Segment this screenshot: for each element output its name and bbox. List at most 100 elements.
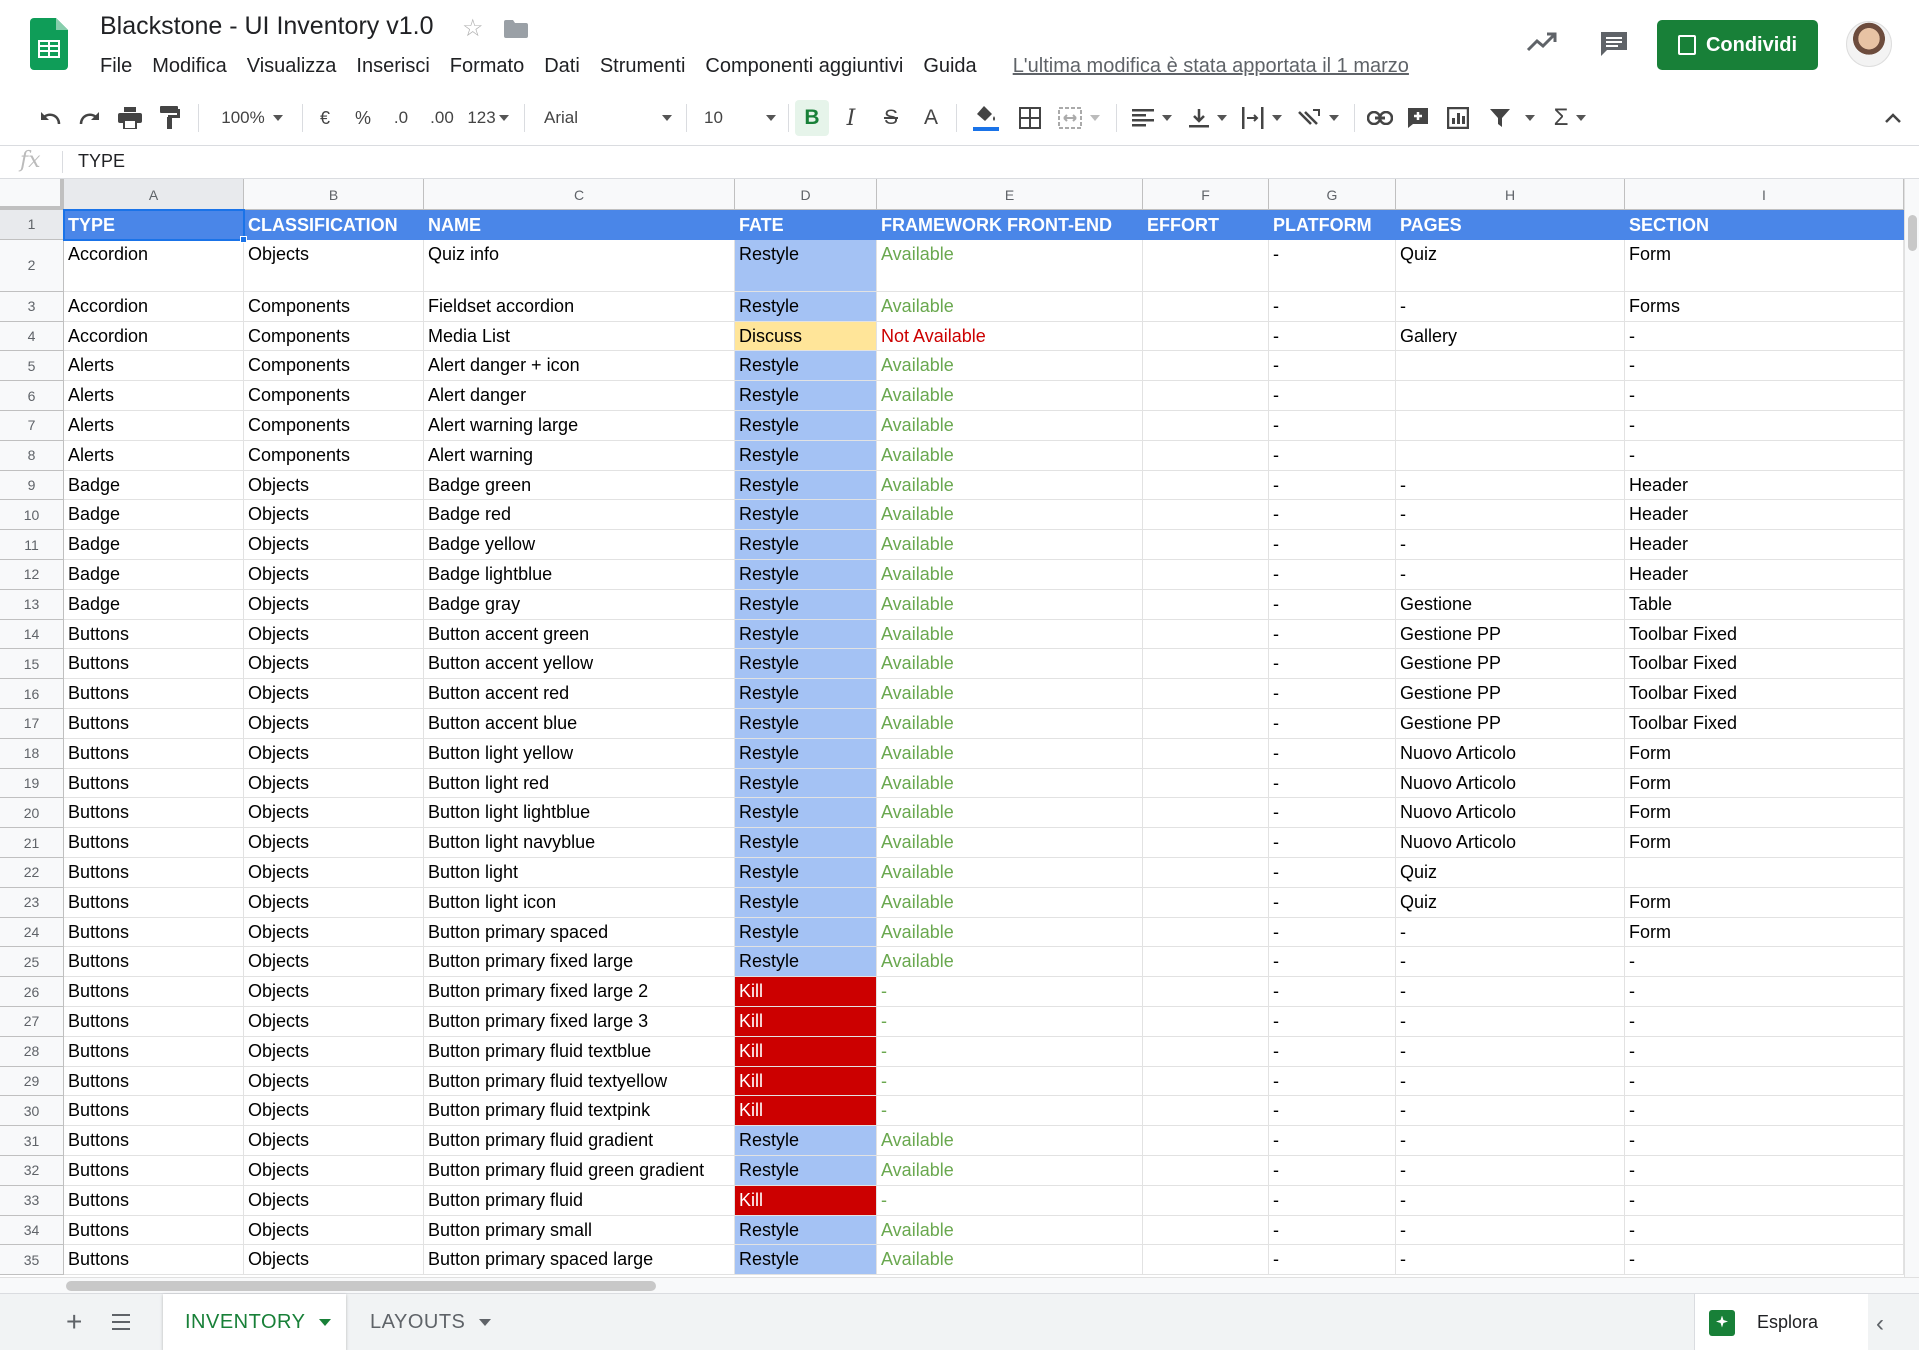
table-cell[interactable]: Objects (244, 619, 424, 650)
table-cell[interactable]: Components (244, 351, 424, 382)
header-cell[interactable]: FATE (735, 210, 877, 240)
table-cell[interactable]: Button primary fluid textpink (424, 1096, 735, 1127)
table-cell[interactable]: Objects (244, 530, 424, 560)
table-cell[interactable]: Restyle (735, 500, 877, 531)
table-cell[interactable] (1396, 381, 1625, 411)
table-cell[interactable]: Button primary fixed large 3 (424, 1007, 735, 1037)
table-cell[interactable]: Objects (244, 738, 424, 769)
table-cell[interactable]: Alert warning large (424, 411, 735, 441)
table-cell[interactable]: Objects (244, 709, 424, 739)
table-cell[interactable] (1143, 947, 1269, 978)
row-header[interactable]: 13 (0, 589, 64, 620)
table-cell[interactable]: Gestione PP (1396, 679, 1625, 709)
table-cell[interactable]: - (877, 977, 1143, 1007)
table-cell[interactable]: Objects (244, 239, 424, 292)
table-cell[interactable]: Quiz info (424, 239, 735, 292)
horizontal-align-icon[interactable] (1130, 100, 1174, 136)
table-cell[interactable]: - (1269, 1185, 1396, 1216)
table-cell[interactable]: Button light yellow (424, 738, 735, 769)
insert-chart-icon[interactable] (1442, 100, 1474, 136)
table-cell[interactable]: Available (877, 589, 1143, 620)
table-cell[interactable]: Kill (735, 1007, 877, 1037)
menu-file[interactable]: File (100, 55, 132, 78)
table-cell[interactable] (1143, 798, 1269, 829)
table-cell[interactable] (1143, 351, 1269, 382)
table-cell[interactable]: Objects (244, 1036, 424, 1067)
table-cell[interactable] (1143, 321, 1269, 352)
row-header[interactable]: 20 (0, 798, 64, 829)
text-color-button[interactable]: A (916, 100, 946, 136)
table-cell[interactable]: Fieldset accordion (424, 291, 735, 322)
table-cell[interactable]: - (1269, 560, 1396, 590)
table-cell[interactable]: Objects (244, 947, 424, 978)
zoom-select[interactable]: 100% (212, 100, 292, 136)
table-cell[interactable]: Buttons (64, 1066, 244, 1097)
table-cell[interactable]: - (1269, 768, 1396, 799)
table-cell[interactable]: Objects (244, 798, 424, 829)
table-cell[interactable]: - (1396, 977, 1625, 1007)
table-cell[interactable]: Button primary fluid gradient (424, 1126, 735, 1156)
table-cell[interactable]: - (1396, 947, 1625, 978)
table-cell[interactable]: Restyle (735, 709, 877, 739)
sheet-tab-layouts[interactable]: LAYOUTS (348, 1294, 506, 1350)
sheets-logo-icon[interactable] (30, 18, 68, 70)
table-cell[interactable]: Badge (64, 500, 244, 531)
table-cell[interactable]: Accordion (64, 239, 244, 292)
column-header-e[interactable]: E (877, 179, 1143, 210)
table-cell[interactable]: Form (1625, 887, 1904, 918)
table-cell[interactable]: - (1625, 1245, 1904, 1276)
header-cell[interactable]: EFFORT (1143, 210, 1269, 240)
table-cell[interactable] (1143, 411, 1269, 441)
table-cell[interactable]: Available (877, 887, 1143, 918)
row-header[interactable]: 23 (0, 887, 64, 918)
all-sheets-icon[interactable] (112, 1314, 130, 1330)
table-cell[interactable]: Nuovo Articolo (1396, 738, 1625, 769)
table-cell[interactable]: Gallery (1396, 321, 1625, 352)
table-cell[interactable]: Button accent blue (424, 709, 735, 739)
table-cell[interactable]: Toolbar Fixed (1625, 619, 1904, 650)
table-cell[interactable]: - (1625, 1126, 1904, 1156)
table-cell[interactable]: Accordion (64, 291, 244, 322)
share-button[interactable]: Condividi (1657, 20, 1818, 70)
table-cell[interactable]: Button primary fluid green gradient (424, 1156, 735, 1186)
table-cell[interactable]: - (1269, 1126, 1396, 1156)
table-cell[interactable] (1143, 1245, 1269, 1276)
table-cell[interactable]: - (1269, 1245, 1396, 1276)
italic-button[interactable]: I (836, 100, 866, 136)
table-cell[interactable]: - (877, 1036, 1143, 1067)
vertical-align-icon[interactable] (1186, 100, 1230, 136)
star-icon[interactable]: ☆ (462, 14, 484, 43)
table-cell[interactable]: Available (877, 440, 1143, 471)
table-cell[interactable]: - (1625, 321, 1904, 352)
table-cell[interactable]: Objects (244, 500, 424, 531)
table-cell[interactable]: Button primary fixed large (424, 947, 735, 978)
table-cell[interactable] (1143, 291, 1269, 322)
table-cell[interactable] (1143, 709, 1269, 739)
table-cell[interactable]: Badge lightblue (424, 560, 735, 590)
table-cell[interactable]: Buttons (64, 917, 244, 948)
percent-format-button[interactable]: % (350, 100, 376, 136)
table-cell[interactable] (1143, 470, 1269, 501)
table-cell[interactable]: - (1625, 351, 1904, 382)
bold-button[interactable]: B (795, 100, 829, 136)
table-cell[interactable]: Badge (64, 530, 244, 560)
table-cell[interactable]: Restyle (735, 887, 877, 918)
table-cell[interactable]: Gestione PP (1396, 619, 1625, 650)
table-cell[interactable]: Badge yellow (424, 530, 735, 560)
table-cell[interactable] (1143, 679, 1269, 709)
table-cell[interactable] (1143, 1066, 1269, 1097)
menu-addons[interactable]: Componenti aggiuntivi (705, 55, 903, 78)
table-cell[interactable]: Buttons (64, 1156, 244, 1186)
table-cell[interactable]: Button primary small (424, 1215, 735, 1246)
table-cell[interactable]: Restyle (735, 1215, 877, 1246)
table-cell[interactable]: Objects (244, 977, 424, 1007)
table-cell[interactable]: Components (244, 291, 424, 322)
table-cell[interactable]: Form (1625, 768, 1904, 799)
table-cell[interactable]: Objects (244, 887, 424, 918)
row-header[interactable]: 9 (0, 470, 64, 501)
table-cell[interactable]: Kill (735, 1185, 877, 1216)
table-cell[interactable]: Buttons (64, 679, 244, 709)
table-cell[interactable]: - (1269, 381, 1396, 411)
row-header[interactable]: 33 (0, 1185, 64, 1216)
table-cell[interactable]: - (877, 1096, 1143, 1127)
